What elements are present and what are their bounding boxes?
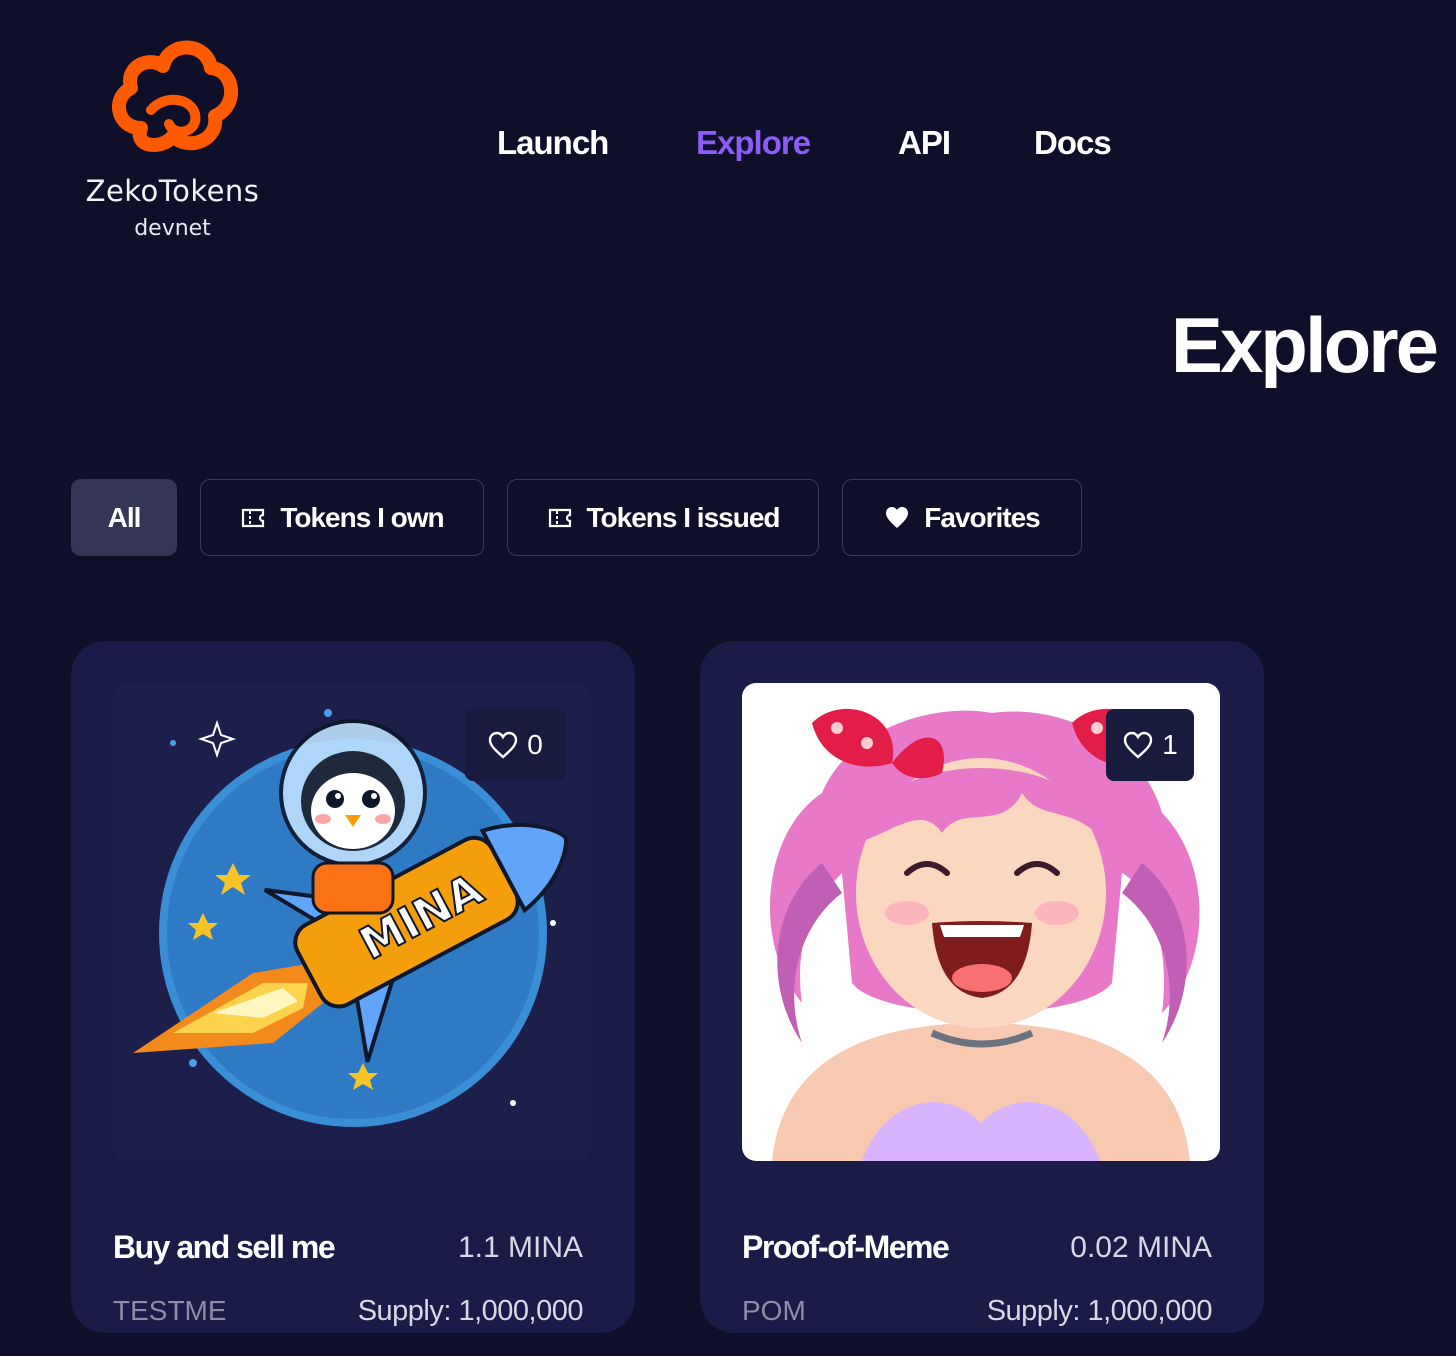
token-image-anime-girl[interactable]: 1 [742,683,1220,1161]
like-count: 0 [527,729,543,760]
filter-bar: All Tokens I own Tokens I issued Favorit… [71,479,1082,556]
heart-icon [886,506,909,528]
filter-favorites-label: Favorites [924,501,1040,533]
token-symbol: TESTME [113,1295,227,1326]
token-card[interactable]: MINA 0 Buy and sell me 1.1 MINA TESTME S… [71,641,635,1333]
heart-outline-icon [1124,731,1153,759]
filter-tokens-issued-button[interactable]: Tokens I issued [507,479,819,556]
brand-logo[interactable]: ZekoTokens devnet [60,28,285,241]
nav-explore[interactable]: Explore [696,124,811,162]
token-card[interactable]: 1 Proof-of-Meme 0.02 MINA POM Supply: 1,… [700,641,1264,1333]
filter-tokens-own-label: Tokens I own [280,501,444,533]
token-name: Proof-of-Meme [742,1229,950,1265]
ticket-icon [242,508,265,527]
heart-outline-icon [489,731,518,759]
token-supply: Supply: 1,000,000 [357,1295,584,1327]
like-button[interactable]: 1 [1106,709,1194,781]
token-image-penguin-rocket[interactable]: MINA 0 [113,683,591,1161]
filter-tokens-own-button[interactable]: Tokens I own [200,479,484,556]
like-count: 1 [1162,729,1178,760]
brand-name: ZekoTokens [85,174,260,208]
page-title: Explore [1170,301,1439,389]
filter-all-button[interactable]: All [71,479,177,556]
filter-favorites-button[interactable]: Favorites [842,479,1082,556]
filter-tokens-issued-label: Tokens I issued [586,501,781,533]
filter-all-label: All [107,501,142,533]
token-supply: Supply: 1,000,000 [986,1295,1213,1327]
token-price: 1.1 MINA [457,1231,583,1264]
nav-api[interactable]: API [898,124,951,162]
token-name: Buy and sell me [113,1229,336,1265]
token-symbol: POM [742,1295,806,1326]
like-button[interactable]: 0 [465,709,565,781]
nav-docs[interactable]: Docs [1034,124,1112,162]
network-label: devnet [134,216,211,241]
token-price: 0.02 MINA [1070,1231,1212,1264]
cloud-logo-icon [111,40,238,152]
nav-launch[interactable]: Launch [497,124,609,162]
ticket-icon [548,508,571,527]
